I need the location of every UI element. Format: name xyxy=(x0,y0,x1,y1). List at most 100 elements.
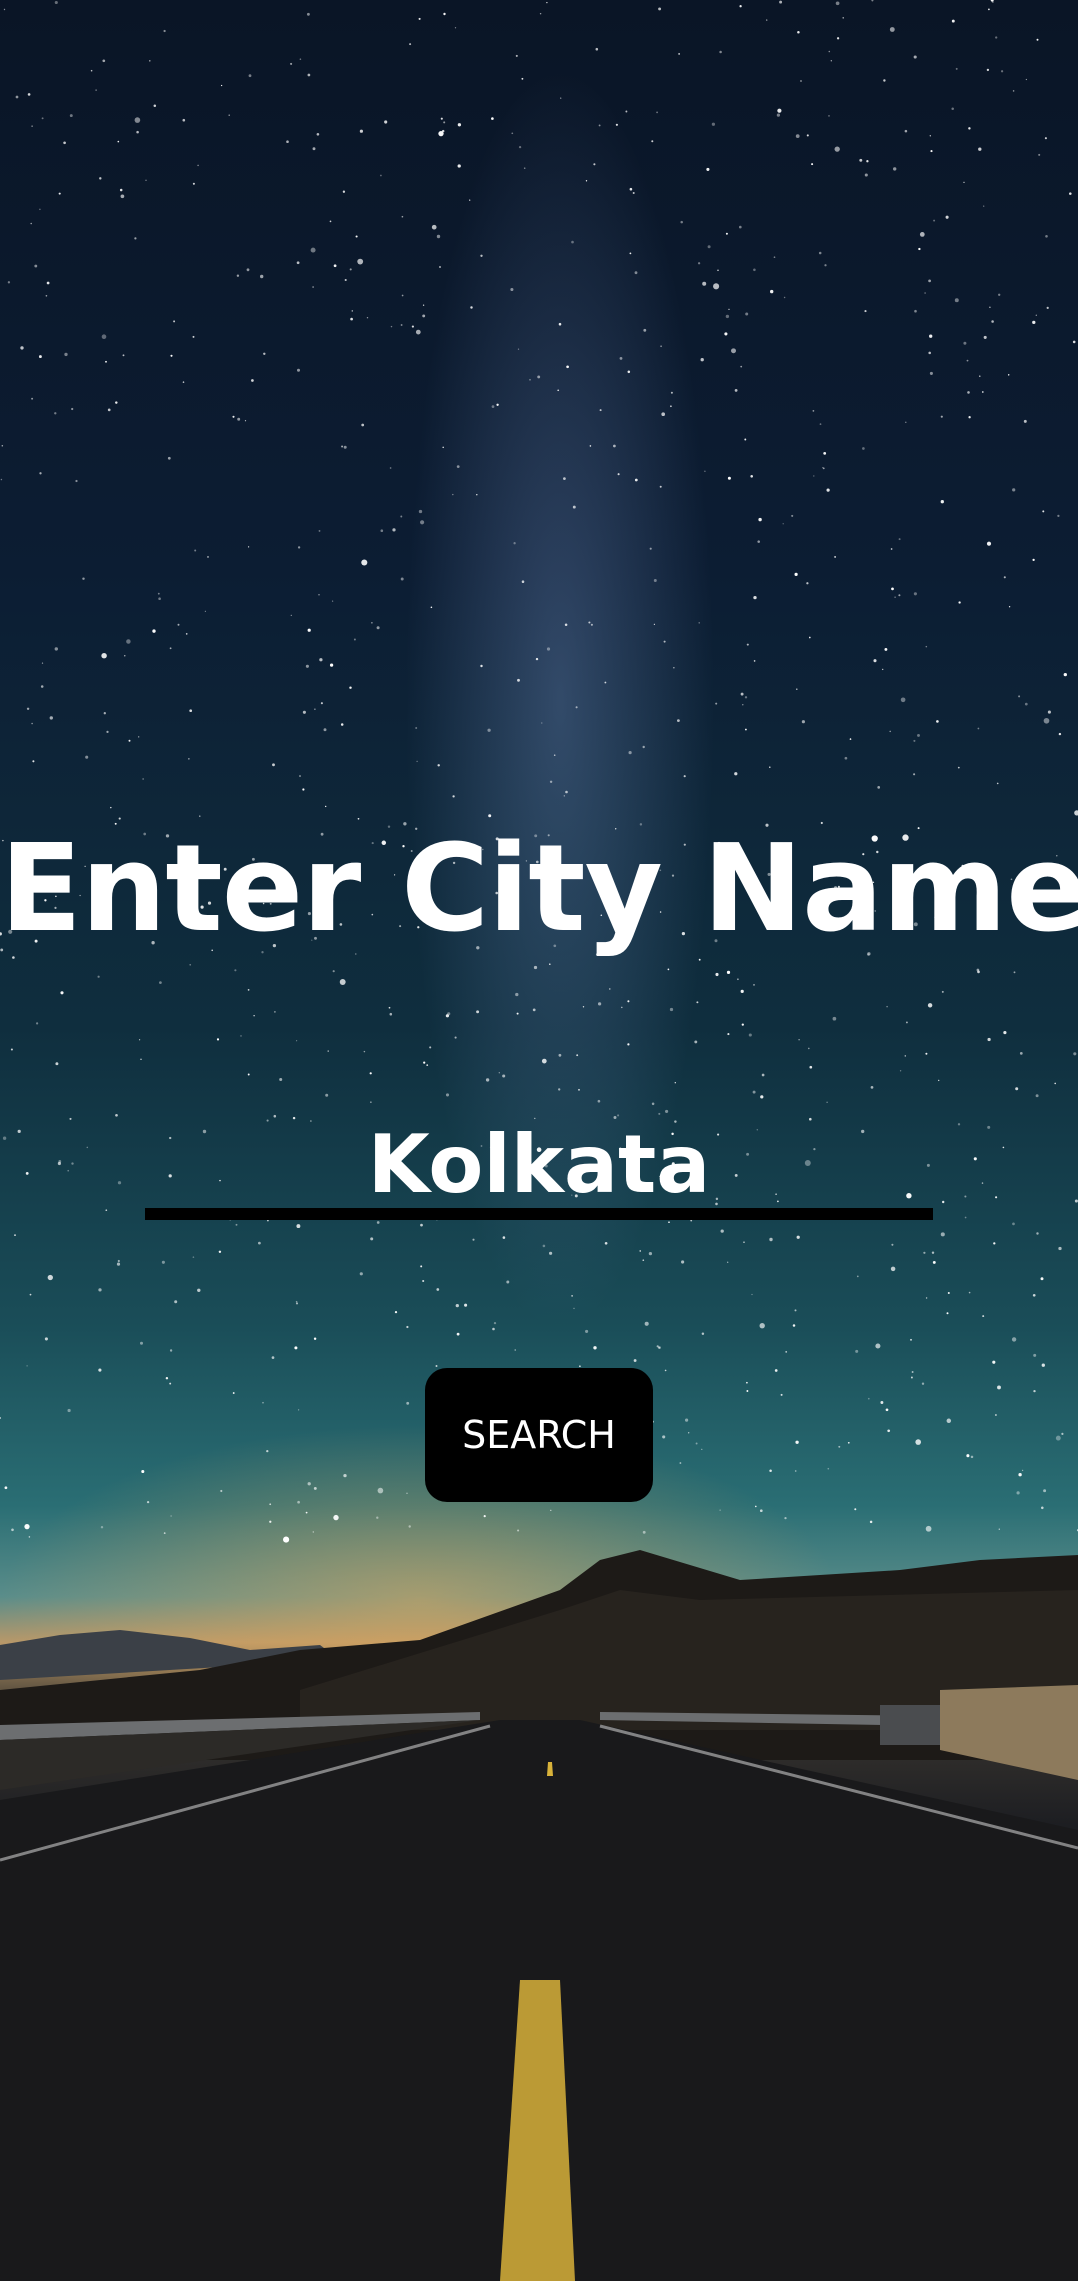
star-dot xyxy=(769,1237,773,1242)
star-dot xyxy=(642,1259,645,1262)
star-dot xyxy=(1055,1435,1061,1441)
star-dot xyxy=(105,1209,108,1212)
star-dot xyxy=(1,445,4,447)
star-dot xyxy=(579,1365,581,1368)
star-dot xyxy=(929,371,933,375)
star-dot xyxy=(31,722,33,725)
star-dot xyxy=(30,222,32,225)
star-dot xyxy=(445,1093,450,1097)
star-dot xyxy=(557,389,560,392)
star-dot xyxy=(769,1469,772,1473)
star-dot xyxy=(836,37,840,40)
star-dot xyxy=(240,1035,242,1037)
star-dot xyxy=(575,706,578,709)
star-dot xyxy=(1016,1491,1020,1495)
star-dot xyxy=(1035,314,1037,316)
star-dot xyxy=(55,1062,59,1066)
star-dot xyxy=(418,509,423,514)
star-dot xyxy=(299,775,301,777)
star-dot xyxy=(295,1300,298,1303)
star-dot xyxy=(665,1109,669,1113)
star-dot xyxy=(914,309,917,313)
star-dot xyxy=(350,317,353,321)
star-dot xyxy=(192,182,195,185)
star-dot xyxy=(63,141,66,145)
star-dot xyxy=(633,1359,637,1362)
star-dot xyxy=(1002,1146,1005,1149)
star-dot xyxy=(834,555,837,558)
star-dot xyxy=(996,782,999,785)
star-dot xyxy=(422,1279,425,1283)
star-dot xyxy=(380,529,384,532)
star-dot xyxy=(913,592,917,596)
star-dot xyxy=(866,160,869,163)
star-dot xyxy=(808,1047,810,1050)
star-dot xyxy=(159,981,162,984)
city-name-input[interactable] xyxy=(145,1120,933,1220)
star-dot xyxy=(993,1242,996,1245)
star-dot xyxy=(234,969,237,972)
star-dot xyxy=(343,1473,347,1478)
star-dot xyxy=(431,224,437,230)
star-dot xyxy=(235,1223,238,1226)
star-dot xyxy=(728,308,730,311)
star-dot xyxy=(64,352,68,357)
star-dot xyxy=(98,1368,102,1372)
star-dot xyxy=(951,19,955,23)
star-dot xyxy=(204,610,206,612)
star-dot xyxy=(194,549,197,552)
star-dot xyxy=(392,528,396,532)
star-dot xyxy=(905,421,907,424)
star-dot xyxy=(910,1338,912,1341)
star-dot xyxy=(518,145,522,149)
star-dot xyxy=(696,1001,699,1004)
star-dot xyxy=(983,335,987,339)
star-dot xyxy=(1074,1199,1078,1203)
star-dot xyxy=(744,728,747,731)
star-dot xyxy=(946,1312,949,1315)
star-dot xyxy=(661,412,666,417)
star-dot xyxy=(539,12,542,15)
star-dot xyxy=(923,1251,926,1254)
star-dot xyxy=(1011,1337,1017,1342)
star-dot xyxy=(318,529,321,532)
star-dot xyxy=(361,559,368,566)
star-dot xyxy=(314,708,316,710)
star-dot xyxy=(491,117,494,120)
star-dot xyxy=(741,1023,744,1026)
star-dot xyxy=(634,271,638,275)
star-dot xyxy=(487,728,491,732)
star-dot xyxy=(174,1300,178,1304)
star-dot xyxy=(701,1332,705,1336)
star-dot xyxy=(989,306,991,309)
star-dot xyxy=(1032,558,1035,562)
star-dot xyxy=(917,733,920,737)
star-dot xyxy=(349,686,352,689)
star-dot xyxy=(898,538,901,541)
star-dot xyxy=(627,1000,630,1003)
star-dot xyxy=(71,407,74,411)
star-dot xyxy=(296,1224,301,1229)
star-dot xyxy=(2,1136,7,1140)
star-dot xyxy=(10,1048,13,1051)
star-dot xyxy=(218,1250,222,1254)
star-dot xyxy=(955,67,958,70)
star-dot xyxy=(997,1385,1001,1390)
star-dot xyxy=(670,391,673,394)
star-dot xyxy=(470,306,473,309)
star-dot xyxy=(69,1117,72,1120)
star-dot xyxy=(312,147,316,151)
star-dot xyxy=(644,1321,649,1326)
star-dot xyxy=(770,289,774,294)
star-dot xyxy=(45,294,48,297)
star-dot xyxy=(117,1181,122,1185)
road-landscape-background xyxy=(0,1550,1078,2281)
star-dot xyxy=(746,1381,748,1384)
search-button[interactable]: SEARCH xyxy=(425,1368,653,1502)
star-dot xyxy=(294,1346,298,1350)
star-dot xyxy=(940,415,943,418)
star-dot xyxy=(533,965,538,970)
star-dot xyxy=(258,1241,261,1245)
star-dot xyxy=(71,1162,74,1165)
star-dot xyxy=(664,1369,667,1372)
